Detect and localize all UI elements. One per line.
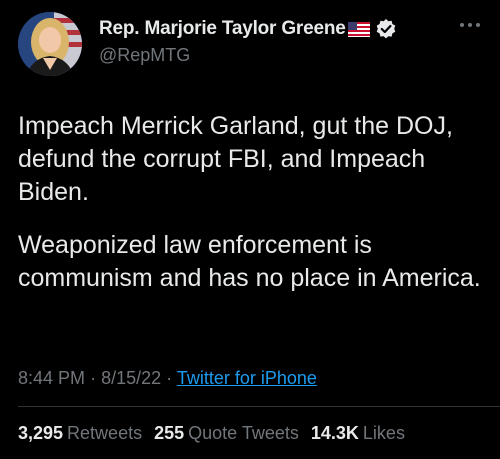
tweet-date[interactable]: 8/15/22	[101, 368, 161, 388]
us-flag-icon	[347, 21, 370, 37]
tweet-text-paragraph: Impeach Merrick Garland, gut the DOJ, de…	[18, 112, 453, 206]
meta-separator: ·	[90, 368, 97, 388]
author-handle[interactable]: @RepMTG	[99, 45, 190, 66]
display-name[interactable]: Rep. Marjorie Taylor Greene	[99, 18, 346, 40]
verified-badge-icon	[375, 18, 397, 40]
tweet-time[interactable]: 8:44 PM	[18, 368, 85, 388]
tweet-metadata: 8:44 PM · 8/15/22 · Twitter for iPhone	[18, 368, 317, 389]
retweets-stat[interactable]: 3,295 Retweets	[18, 423, 142, 444]
avatar-image	[18, 12, 82, 76]
quote-tweets-label: Quote Tweets	[188, 423, 299, 443]
quote-tweets-stat[interactable]: 255 Quote Tweets	[154, 423, 299, 444]
likes-label: Likes	[362, 423, 405, 443]
tweet-text-paragraph: Weaponized law enforcement is communism …	[18, 231, 481, 292]
meta-separator: ·	[166, 368, 173, 388]
tweet-card: Rep. Marjorie Taylor Greene @RepMTG Impe…	[0, 0, 500, 459]
tweet-source-link[interactable]: Twitter for iPhone	[177, 368, 317, 388]
quote-tweets-count: 255	[154, 423, 185, 443]
engagement-stats: 3,295 Retweets 255 Quote Tweets 14.3K Likes	[18, 423, 417, 444]
more-options-icon[interactable]	[460, 20, 482, 30]
avatar[interactable]	[18, 12, 82, 76]
retweets-count: 3,295	[18, 423, 64, 443]
stats-divider	[18, 406, 500, 407]
retweets-label: Retweets	[67, 423, 143, 443]
author-name-row[interactable]: Rep. Marjorie Taylor Greene	[99, 17, 397, 41]
likes-count: 14.3K	[310, 423, 359, 443]
likes-stat[interactable]: 14.3K Likes	[311, 423, 405, 444]
